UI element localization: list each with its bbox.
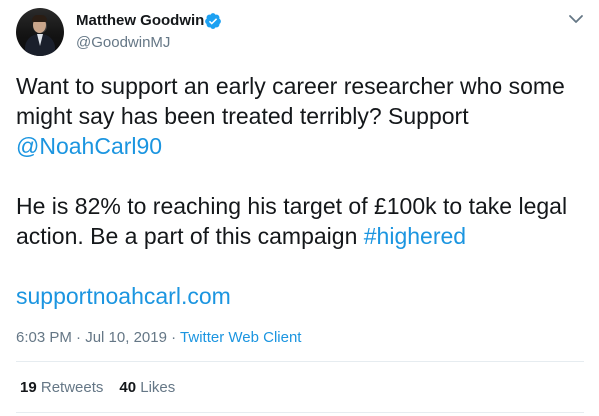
retweets-label: Retweets: [40, 379, 104, 396]
tweet-source-link[interactable]: Twitter Web Client: [180, 329, 301, 346]
tweet-time[interactable]: 6:03 PM: [16, 329, 72, 346]
author-handle[interactable]: @GoodwinMJ: [76, 34, 170, 51]
tweet-stats: 19 Retweets 40 Likes: [20, 379, 191, 396]
tweet-meta: 6:03 PM · Jul 10, 2019 · Twitter Web Cli…: [16, 329, 301, 346]
meta-separator: ·: [171, 329, 177, 346]
likes-stat[interactable]: 40 Likes: [119, 379, 175, 396]
retweets-stat[interactable]: 19 Retweets: [20, 379, 103, 396]
author-display-name[interactable]: Matthew Goodwin: [76, 12, 204, 29]
meta-separator: ·: [76, 329, 82, 346]
url-link[interactable]: supportnoahcarl.com: [16, 283, 231, 309]
verified-badge-icon: [205, 13, 221, 29]
tweet-paragraph-1: Want to support an early career research…: [16, 71, 576, 161]
mention-link[interactable]: @NoahCarl90: [16, 133, 162, 159]
likes-label: Likes: [140, 379, 176, 396]
divider: [16, 412, 584, 413]
tweet-paragraph-2: He is 82% to reaching his target of £100…: [16, 191, 576, 251]
tweet-paragraph-3: supportnoahcarl.com: [16, 281, 576, 311]
avatar[interactable]: [16, 8, 64, 56]
tweet-date[interactable]: Jul 10, 2019: [85, 329, 167, 346]
retweets-count: 19: [20, 379, 37, 396]
tweet-text-part-2: He is 82% to reaching his target of £100…: [16, 193, 568, 249]
likes-count: 40: [119, 379, 137, 396]
hashtag-link[interactable]: #highered: [364, 223, 466, 249]
tweet-text-part-1: Want to support an early career research…: [16, 73, 565, 129]
tweet-card: Matthew Goodwin @GoodwinMJ Want to suppo…: [0, 0, 599, 416]
chevron-down-icon[interactable]: [566, 12, 586, 26]
divider: [16, 361, 584, 362]
avatar-hair: [32, 15, 47, 22]
tweet-text: Want to support an early career research…: [16, 71, 576, 311]
